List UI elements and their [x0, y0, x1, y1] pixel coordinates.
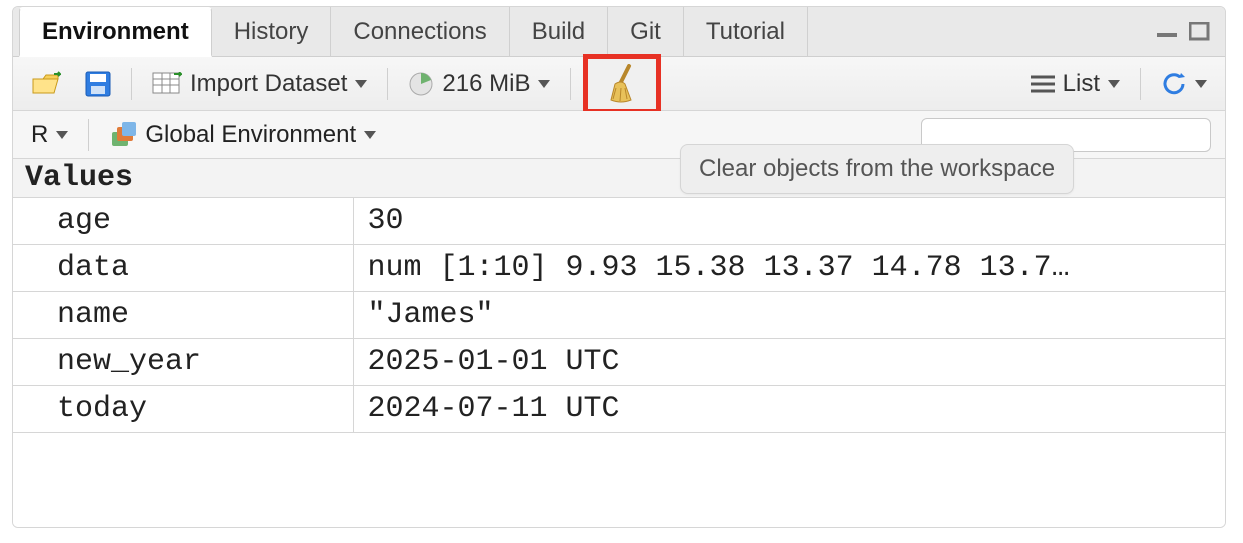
- minimize-icon[interactable]: [1157, 25, 1181, 39]
- variable-value: num [1:10] 9.93 15.38 13.37 14.78 13.7…: [353, 245, 1225, 292]
- language-label: R: [31, 121, 48, 149]
- broom-icon: [605, 64, 639, 104]
- variable-value: 2024-07-11 UTC: [353, 386, 1225, 433]
- import-dataset-icon: [152, 72, 182, 96]
- values-table: age30datanum [1:10] 9.93 15.38 13.37 14.…: [13, 198, 1225, 433]
- table-row[interactable]: today2024-07-11 UTC: [13, 386, 1225, 433]
- variable-value: 2025-01-01 UTC: [353, 339, 1225, 386]
- view-mode-label: List: [1063, 70, 1100, 98]
- memory-usage-button[interactable]: 216 MiB: [400, 66, 558, 102]
- open-workspace-button[interactable]: [23, 67, 69, 101]
- chevron-down-icon: [1108, 80, 1120, 88]
- clear-workspace-button[interactable]: [583, 54, 661, 114]
- import-dataset-label: Import Dataset: [190, 70, 347, 98]
- tab-history[interactable]: History: [212, 7, 332, 57]
- chevron-down-icon: [355, 80, 367, 88]
- tab-tutorial[interactable]: Tutorial: [684, 7, 808, 57]
- chevron-down-icon: [1195, 80, 1207, 88]
- table-row[interactable]: datanum [1:10] 9.93 15.38 13.37 14.78 13…: [13, 245, 1225, 292]
- save-icon: [85, 71, 111, 97]
- scope-label: Global Environment: [145, 121, 356, 149]
- variable-name: today: [13, 386, 353, 433]
- variable-name: new_year: [13, 339, 353, 386]
- table-row[interactable]: name"James": [13, 292, 1225, 339]
- environment-content: Values age30datanum [1:10] 9.93 15.38 13…: [13, 159, 1225, 527]
- tab-git[interactable]: Git: [608, 7, 684, 57]
- variable-name: data: [13, 245, 353, 292]
- variable-name: name: [13, 292, 353, 339]
- save-workspace-button[interactable]: [77, 67, 119, 101]
- chevron-down-icon: [538, 80, 550, 88]
- environment-pane: Environment History Connections Build Gi…: [12, 6, 1226, 528]
- separator: [1140, 68, 1141, 100]
- pie-memory-icon: [408, 71, 434, 97]
- separator: [88, 119, 89, 151]
- chevron-down-icon: [56, 131, 68, 139]
- toolbar-main: Import Dataset 216 MiB: [13, 57, 1225, 111]
- open-folder-icon: [31, 71, 61, 97]
- variable-name: age: [13, 198, 353, 245]
- tooltip-clear-workspace: Clear objects from the workspace: [680, 144, 1074, 194]
- memory-usage-label: 216 MiB: [442, 70, 530, 98]
- refresh-button[interactable]: [1153, 67, 1215, 101]
- list-lines-icon: [1031, 74, 1055, 94]
- view-mode-button[interactable]: List: [1023, 66, 1128, 102]
- table-row[interactable]: age30: [13, 198, 1225, 245]
- separator: [570, 68, 571, 100]
- tab-connections[interactable]: Connections: [331, 7, 509, 57]
- maximize-icon[interactable]: [1189, 22, 1211, 42]
- separator: [387, 68, 388, 100]
- color-stack-icon: [109, 122, 137, 148]
- import-dataset-button[interactable]: Import Dataset: [144, 66, 375, 102]
- language-selector[interactable]: R: [23, 117, 76, 153]
- tab-bar: Environment History Connections Build Gi…: [13, 7, 1225, 57]
- tab-build[interactable]: Build: [510, 7, 608, 57]
- chevron-down-icon: [364, 131, 376, 139]
- window-controls: [1157, 22, 1225, 42]
- variable-value: "James": [353, 292, 1225, 339]
- tab-environment[interactable]: Environment: [19, 7, 212, 57]
- separator: [131, 68, 132, 100]
- variable-value: 30: [353, 198, 1225, 245]
- scope-selector[interactable]: Global Environment: [101, 117, 384, 153]
- table-row[interactable]: new_year2025-01-01 UTC: [13, 339, 1225, 386]
- refresh-icon: [1161, 71, 1187, 97]
